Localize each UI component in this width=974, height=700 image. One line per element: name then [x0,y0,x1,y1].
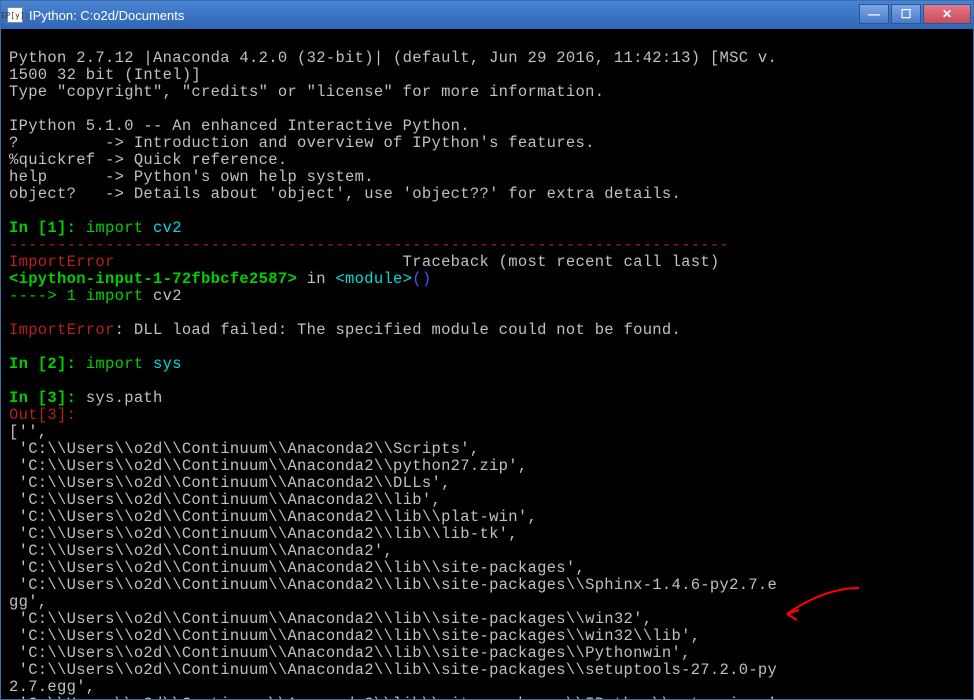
terminal-body[interactable]: Python 2.7.12 |Anaconda 4.2.0 (32-bit)| … [1,29,973,699]
frame-file: <ipython-input-1-72fbbcfe2587> [9,270,297,288]
close-button[interactable]: ✕ [923,4,971,24]
banner-line: Python 2.7.12 |Anaconda 4.2.0 (32-bit)| … [9,49,777,67]
titlebar[interactable]: IP[y]: IPython: C:o2d/Documents — ☐ ✕ [1,1,973,29]
banner-line: help -> Python's own help system. [9,168,374,186]
traceback-head: Traceback (most recent call last) [115,253,720,271]
window-buttons: — ☐ ✕ [857,4,971,26]
banner-line: %quickref -> Quick reference. [9,151,287,169]
exc-msg: : DLL load failed: The specified module … [115,321,682,339]
in-prompt: In [3]: [9,389,86,407]
frame-mod: cv2 [153,287,182,305]
traceback-sep: ----------------------------------------… [9,236,729,254]
banner-line: 1500 32 bit (Intel)] [9,66,201,84]
frame-arrow: ----> 1 [9,287,86,305]
minimize-button[interactable]: — [859,4,889,24]
in-module: cv2 [153,219,182,237]
in-keyword: import [86,219,153,237]
in-code: sys.path [86,389,163,407]
in-prompt: In [2]: [9,355,86,373]
maximize-button[interactable]: ☐ [891,4,921,24]
banner-line: object? -> Details about 'object', use '… [9,185,681,203]
in-keyword: import [86,355,153,373]
in-module: sys [153,355,182,373]
banner-line: ? -> Introduction and overview of IPytho… [9,134,595,152]
frame-in: in [297,270,335,288]
frame-parens: () [412,270,431,288]
console-window: IP[y]: IPython: C:o2d/Documents — ☐ ✕ Py… [0,0,974,700]
banner-line: Type "copyright", "credits" or "license"… [9,83,604,101]
exc-name: ImportError [9,321,115,339]
syspath-output: ['', 'C:\\Users\\o2d\\Continuum\\Anacond… [9,423,777,699]
frame-func: <module> [335,270,412,288]
frame-kw: import [86,287,153,305]
in-prompt: In [1]: [9,219,86,237]
ipython-icon: IP[y]: [7,7,23,23]
banner-line: IPython 5.1.0 -- An enhanced Interactive… [9,117,470,135]
out-prompt: Out[3]: [9,406,76,424]
window-title: IPython: C:o2d/Documents [29,8,857,23]
exc-name: ImportError [9,253,115,271]
